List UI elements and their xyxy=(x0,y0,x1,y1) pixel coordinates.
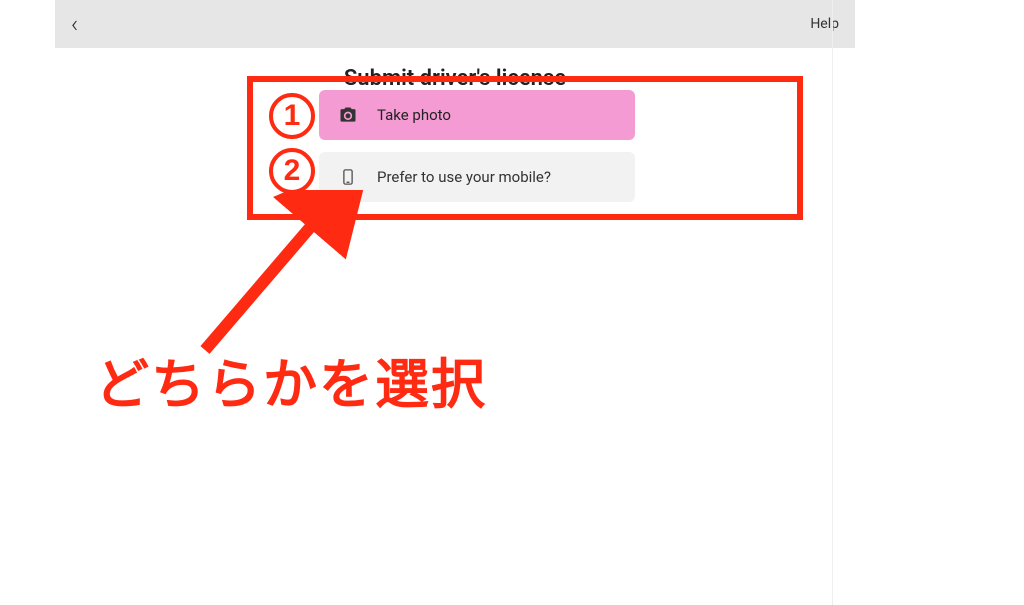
take-photo-label: Take photo xyxy=(377,106,451,124)
upload-options: Take photo Prefer to use your mobile? xyxy=(319,90,635,214)
annotation-instruction-text: どちらかを選択 xyxy=(95,340,487,419)
mobile-icon xyxy=(337,166,359,188)
back-chevron-icon[interactable]: ‹ xyxy=(71,12,78,36)
use-mobile-label: Prefer to use your mobile? xyxy=(377,168,551,186)
header-bar: ‹ Help xyxy=(55,0,855,48)
page-title: Submit driver's license xyxy=(55,66,855,91)
use-mobile-button[interactable]: Prefer to use your mobile? xyxy=(319,152,635,202)
help-link[interactable]: Help xyxy=(810,16,839,32)
right-divider xyxy=(832,0,833,605)
annotation-badge-1: 1 xyxy=(269,93,315,139)
take-photo-button[interactable]: Take photo xyxy=(319,90,635,140)
modal-pane: ‹ Help Submit driver's license Take phot… xyxy=(55,0,855,605)
camera-icon xyxy=(337,104,359,126)
annotation-arrow-icon xyxy=(175,190,375,360)
annotation-badge-2: 2 xyxy=(269,148,315,194)
